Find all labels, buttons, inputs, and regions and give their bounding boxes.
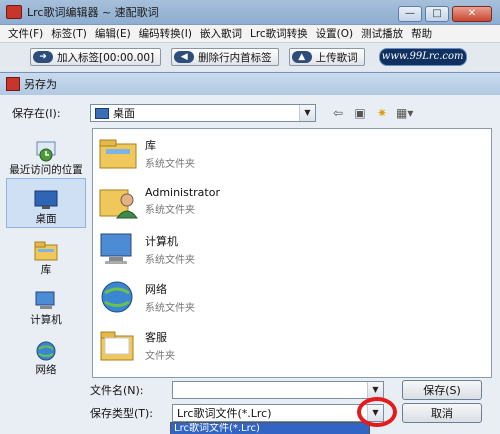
file-type: 系统文件夹 bbox=[145, 254, 195, 266]
file-name: Administrator bbox=[145, 186, 220, 199]
network-icon bbox=[36, 341, 56, 361]
recent-places-icon bbox=[36, 141, 56, 162]
user-folder-icon bbox=[99, 189, 138, 219]
place-desktop[interactable]: 桌面 bbox=[6, 178, 86, 228]
add-tag-button[interactable]: ➜ 加入标签[00:00.00] bbox=[30, 48, 162, 66]
save-in-combo[interactable]: 桌面 ▼ bbox=[90, 104, 316, 122]
filename-row: 文件名(N): ▼ 保存(S) bbox=[90, 380, 490, 400]
filename-label: 文件名(N): bbox=[90, 384, 144, 397]
cancel-button[interactable]: 取消 bbox=[402, 403, 482, 423]
up-folder-icon[interactable]: ▣ bbox=[352, 106, 368, 120]
chevron-down-icon[interactable]: ▼ bbox=[299, 105, 315, 121]
save-in-value: 桌面 bbox=[113, 107, 135, 120]
place-library[interactable]: 库 bbox=[6, 228, 86, 278]
site-logo[interactable]: www.99Lrc.com bbox=[378, 48, 467, 66]
place-computer-label: 计算机 bbox=[30, 314, 62, 326]
place-recent[interactable]: 最近访问的位置 bbox=[6, 128, 86, 178]
place-library-label: 库 bbox=[40, 264, 52, 276]
add-tag-label: 加入标签[00:00.00] bbox=[57, 51, 155, 64]
minimize-button[interactable]: — bbox=[398, 6, 422, 22]
file-type: 系统文件夹 bbox=[145, 302, 195, 314]
delete-tag-button[interactable]: ◀ 删除行内首标签 bbox=[171, 48, 279, 66]
file-item[interactable]: Administrator 系统文件夹 bbox=[93, 177, 491, 225]
file-type: 系统文件夹 bbox=[145, 158, 195, 170]
folder-icon bbox=[100, 331, 134, 361]
red-highlight-circle bbox=[357, 397, 397, 427]
desktop-icon bbox=[95, 107, 109, 119]
filetype-dropdown: Lrc歌词文件(*.Lrc) bbox=[170, 422, 370, 434]
file-item[interactable]: 客服 文件夹 bbox=[93, 321, 491, 369]
dropdown-option[interactable]: Lrc歌词文件(*.Lrc) bbox=[171, 423, 369, 434]
library-folder-icon bbox=[99, 139, 137, 169]
save-in-label: 保存在(I): bbox=[12, 107, 61, 120]
menu-settings[interactable]: 设置(O) bbox=[312, 26, 357, 41]
desktop-icon bbox=[34, 190, 58, 209]
place-network-label: 网络 bbox=[35, 364, 57, 376]
app-logo-icon bbox=[6, 5, 22, 19]
place-recent-label: 最近访问的位置 bbox=[9, 164, 83, 176]
menu-lrc-convert[interactable]: Lrc歌词转换 bbox=[246, 26, 312, 41]
dialog-title: 另存为 bbox=[24, 78, 57, 91]
network-icon bbox=[101, 281, 133, 313]
file-item[interactable]: 库系统文件夹 bbox=[93, 129, 491, 177]
file-type: 系统文件夹 bbox=[145, 205, 195, 216]
filename-input[interactable]: ▼ bbox=[172, 381, 384, 399]
delete-tag-label: 删除行内首标签 bbox=[198, 51, 272, 64]
menu-embed-lyrics[interactable]: 嵌入歌词 bbox=[196, 26, 246, 41]
file-item[interactable]: 网络 系统文件夹 bbox=[93, 273, 491, 321]
file-name: 网络 bbox=[145, 282, 167, 296]
view-menu-icon[interactable]: ▦▾ bbox=[396, 106, 413, 120]
back-icon[interactable]: ⇦ bbox=[330, 106, 346, 120]
arrow-right-icon: ➜ bbox=[33, 51, 53, 63]
dialog-titlebar: 另存为 bbox=[0, 73, 500, 95]
upload-label: 上传歌词 bbox=[315, 51, 358, 64]
arrow-up-icon: ▲ bbox=[291, 51, 312, 63]
file-name: 客服 bbox=[145, 330, 167, 344]
toolbar: ➜ 加入标签[00:00.00] ◀ 删除行内首标签 ▲ 上传歌词 www.99… bbox=[0, 43, 500, 71]
chevron-down-icon[interactable]: ▼ bbox=[367, 382, 383, 398]
save-in-row: 保存在(I): 桌面 ▼ ⇦ ▣ ✷ ▦▾ bbox=[12, 103, 488, 123]
maximize-button[interactable]: □ bbox=[425, 6, 449, 22]
library-icon bbox=[34, 241, 58, 261]
save-button[interactable]: 保存(S) bbox=[402, 380, 482, 400]
place-desktop-label: 桌面 bbox=[35, 213, 57, 225]
menu-help[interactable]: 帮助 bbox=[407, 26, 436, 41]
menu-edit[interactable]: 编辑(E) bbox=[91, 26, 135, 41]
filetype-row: 保存类型(T): Lrc歌词文件(*.Lrc) ▼ 取消 bbox=[90, 403, 490, 423]
app-window: Lrc歌词编辑器 ~ 速配歌词 — □ ✕ 文件(F) 标签(T) 编辑(E) … bbox=[0, 0, 500, 72]
place-computer[interactable]: 计算机 bbox=[6, 278, 86, 328]
menu-tags[interactable]: 标签(T) bbox=[47, 26, 91, 41]
menu-test-play[interactable]: 测试播放 bbox=[357, 26, 407, 41]
filetype-value: Lrc歌词文件(*.Lrc) bbox=[177, 407, 272, 420]
file-name: 计算机 bbox=[145, 234, 178, 248]
file-name: 库 bbox=[145, 138, 156, 152]
close-button[interactable]: ✕ bbox=[452, 6, 492, 22]
computer-icon bbox=[35, 291, 55, 309]
app-title: Lrc歌词编辑器 ~ 速配歌词 bbox=[27, 6, 159, 19]
menu-encoding[interactable]: 编码转换(I) bbox=[135, 26, 196, 41]
filetype-combo[interactable]: Lrc歌词文件(*.Lrc) ▼ bbox=[172, 404, 384, 422]
file-type: 文件夹 bbox=[145, 350, 175, 362]
app-titlebar: Lrc歌词编辑器 ~ 速配歌词 — □ ✕ bbox=[0, 0, 500, 25]
file-list[interactable]: 库系统文件夹 Administrator系统文件夹 计算机系统文件夹 网络系 bbox=[92, 128, 492, 378]
upload-button[interactable]: ▲ 上传歌词 bbox=[288, 48, 365, 66]
dialog-app-icon bbox=[6, 77, 20, 91]
arrow-left-icon: ◀ bbox=[174, 51, 195, 63]
menubar: 文件(F) 标签(T) 编辑(E) 编码转换(I) 嵌入歌词 Lrc歌词转换 设… bbox=[0, 25, 500, 43]
filetype-label: 保存类型(T): bbox=[90, 407, 154, 420]
file-item[interactable]: 计算机 系统文件夹 bbox=[93, 225, 491, 273]
menu-file[interactable]: 文件(F) bbox=[4, 26, 47, 41]
new-folder-icon[interactable]: ✷ bbox=[374, 106, 390, 120]
place-network[interactable]: 网络 bbox=[6, 328, 86, 378]
computer-icon bbox=[100, 233, 132, 264]
save-as-dialog: 另存为 保存在(I): 桌面 ▼ ⇦ ▣ ✷ ▦▾ 最近访问的位置 桌面 库 计… bbox=[0, 72, 500, 434]
places-bar: 最近访问的位置 桌面 库 计算机 网络 bbox=[6, 128, 86, 378]
